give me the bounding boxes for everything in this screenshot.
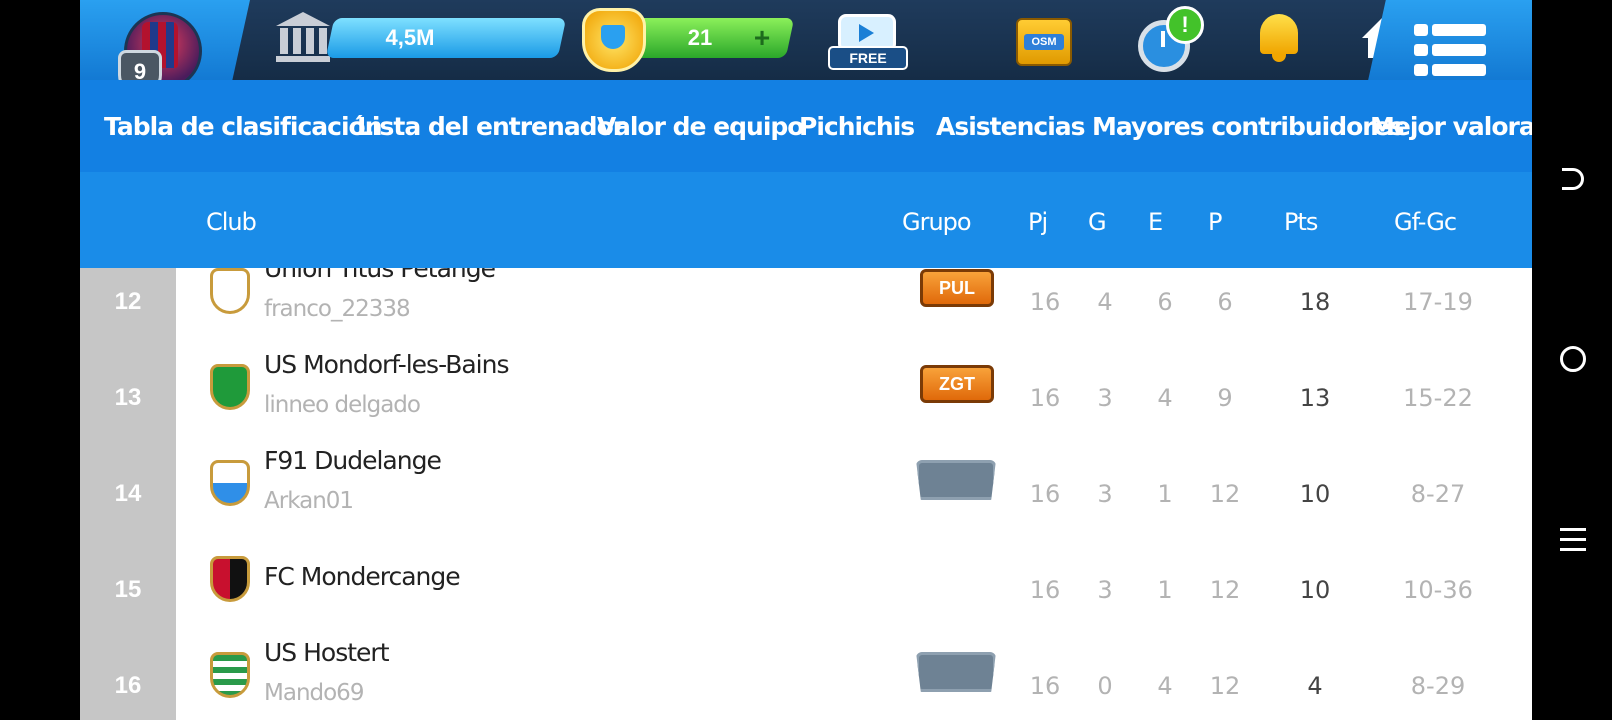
tab-team-value[interactable]: Valor de equipo xyxy=(597,112,804,141)
lost: 12 xyxy=(1209,480,1241,508)
tab-manager-list[interactable]: Lista del entrenador xyxy=(357,112,625,141)
won: 3 xyxy=(1097,384,1113,412)
table-row[interactable]: 13 US Mondorf-les-Bains linneo delgado Z… xyxy=(80,336,1532,432)
row-rank: 13 xyxy=(114,384,142,411)
back-icon[interactable] xyxy=(1562,168,1584,190)
club-crest-icon xyxy=(210,556,250,602)
club-crest-icon xyxy=(210,364,250,410)
goals: 17-19 xyxy=(1403,288,1473,316)
row-rank: 14 xyxy=(114,480,142,507)
drawn: 4 xyxy=(1157,672,1173,700)
points: 13 xyxy=(1299,384,1331,412)
tab-top-scorers[interactable]: Pichichis xyxy=(799,112,915,141)
lost: 12 xyxy=(1209,576,1241,604)
tab-best-rated[interactable]: Mejor valorac xyxy=(1370,112,1532,141)
row-rank: 16 xyxy=(114,672,142,699)
header-goals[interactable]: Gf-Gc xyxy=(1394,208,1457,236)
lost: 6 xyxy=(1217,288,1233,316)
won: 3 xyxy=(1097,480,1113,508)
lost: 9 xyxy=(1217,384,1233,412)
table-row[interactable]: 14 F91 Dudelange Arkan01 16 3 1 12 10 8-… xyxy=(80,432,1532,528)
top-bar: 9 4,5M 21 + FREE OSM ! xyxy=(80,0,1532,108)
header-lost[interactable]: P xyxy=(1208,208,1223,236)
lost: 12 xyxy=(1209,672,1241,700)
club-crest-icon xyxy=(210,652,250,698)
goals: 15-22 xyxy=(1403,384,1473,412)
tab-standings[interactable]: Tabla de clasificación xyxy=(104,112,382,141)
free-label: FREE xyxy=(828,46,908,70)
tab-top-contributors[interactable]: Mayores contribuidores xyxy=(1092,112,1404,141)
table-row[interactable]: 15 FC Mondercange 16 3 1 12 10 10-36 xyxy=(80,528,1532,624)
system-nav-bar xyxy=(1532,0,1612,720)
app-window: 9 4,5M 21 + FREE OSM ! Tabla de clasific… xyxy=(80,0,1532,720)
points: 18 xyxy=(1299,288,1331,316)
menu-lines-icon[interactable] xyxy=(1560,526,1586,554)
goals: 8-27 xyxy=(1410,480,1466,508)
group-badge[interactable]: PUL xyxy=(920,269,994,307)
drawn: 6 xyxy=(1157,288,1173,316)
alert-badge: ! xyxy=(1166,6,1204,44)
goals: 10-36 xyxy=(1403,576,1473,604)
header-group[interactable]: Grupo xyxy=(902,208,972,236)
tab-assists[interactable]: Asistencias xyxy=(936,112,1086,141)
goals: 8-29 xyxy=(1410,672,1466,700)
drawn: 1 xyxy=(1157,480,1173,508)
bank-icon[interactable] xyxy=(276,12,330,62)
manager-name[interactable]: franco_22338 xyxy=(264,296,411,322)
points: 10 xyxy=(1299,576,1331,604)
coin-shield-icon xyxy=(582,8,646,72)
osm-briefcase-icon[interactable]: OSM xyxy=(1016,18,1072,66)
coins-value: 21 xyxy=(687,25,713,50)
played: 16 xyxy=(1029,288,1061,316)
won: 3 xyxy=(1097,576,1113,604)
played: 16 xyxy=(1029,480,1061,508)
table-row[interactable]: 16 US Hostert Mando69 16 0 4 12 4 8-29 xyxy=(80,624,1532,720)
club-crest-icon xyxy=(210,268,250,314)
won: 0 xyxy=(1097,672,1113,700)
played: 16 xyxy=(1029,384,1061,412)
points: 10 xyxy=(1299,480,1331,508)
row-rank: 12 xyxy=(114,288,142,315)
home-circle-icon[interactable] xyxy=(1560,346,1586,372)
club-name[interactable]: F91 Dudelange xyxy=(264,446,442,475)
free-video-button[interactable]: FREE xyxy=(828,12,908,70)
manager-name[interactable]: Mando69 xyxy=(264,680,364,706)
header-club[interactable]: Club xyxy=(206,208,257,236)
group-empty-badge xyxy=(916,460,996,500)
club-name[interactable]: Union Titus Pétange xyxy=(264,268,495,283)
played: 16 xyxy=(1029,576,1061,604)
manager-name[interactable]: linneo delgado xyxy=(264,392,421,418)
header-points[interactable]: Pts xyxy=(1284,208,1318,236)
drawn: 4 xyxy=(1157,384,1173,412)
osm-label: OSM xyxy=(1024,34,1064,50)
header-won[interactable]: G xyxy=(1088,208,1107,236)
tab-bar: Tabla de clasificación Lista del entrena… xyxy=(80,80,1532,172)
manager-name[interactable]: Arkan01 xyxy=(264,488,354,514)
club-name[interactable]: US Hostert xyxy=(264,638,389,667)
club-crest-icon xyxy=(210,460,250,506)
won: 4 xyxy=(1097,288,1113,316)
points: 4 xyxy=(1307,672,1323,700)
table-row[interactable]: 12 Union Titus Pétange franco_22338 PUL … xyxy=(80,240,1532,336)
list-menu-icon xyxy=(1414,24,1486,80)
club-name[interactable]: US Mondorf-les-Bains xyxy=(264,350,509,379)
money-value: 4,5M xyxy=(385,25,435,50)
header-played[interactable]: Pj xyxy=(1028,208,1048,236)
group-badge[interactable]: ZGT xyxy=(920,365,994,403)
drawn: 1 xyxy=(1157,576,1173,604)
header-drawn[interactable]: E xyxy=(1148,208,1163,236)
add-coins-button[interactable]: + xyxy=(748,24,776,52)
row-rank: 15 xyxy=(114,576,142,603)
group-empty-badge xyxy=(916,652,996,692)
played: 16 xyxy=(1029,672,1061,700)
club-name[interactable]: FC Mondercange xyxy=(264,562,461,591)
bell-icon[interactable] xyxy=(1256,14,1302,62)
